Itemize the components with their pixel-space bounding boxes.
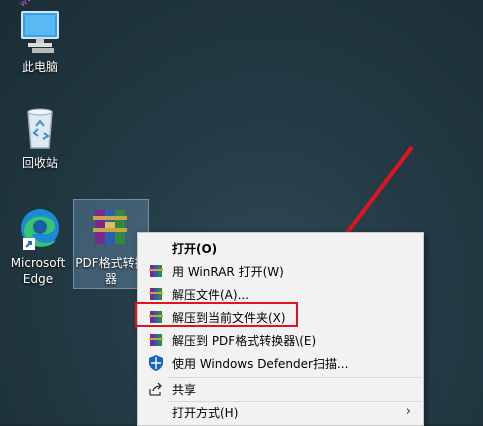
context-menu: 打开(O) 用 WinRAR 打开(W) 解压文件(A)... 解压到当前文件夹… <box>137 232 424 426</box>
menu-item-label: 使用 Windows Defender扫描... <box>172 357 349 371</box>
winrar-icon <box>148 332 164 348</box>
defender-shield-icon <box>148 355 164 371</box>
menu-item-open-with-winrar[interactable]: 用 WinRAR 打开(W) <box>138 260 423 282</box>
menu-item-label: 用 WinRAR 打开(W) <box>172 265 284 279</box>
menu-item-open[interactable]: 打开(O) <box>138 237 423 259</box>
menu-item-defender-scan[interactable]: 使用 Windows Defender扫描... <box>138 352 423 374</box>
chevron-right-icon: › <box>405 404 411 419</box>
winrar-icon <box>148 286 164 302</box>
menu-item-label: 解压到 PDF格式转换器\(E) <box>172 334 317 348</box>
menu-item-label: 打开方式(H) <box>172 406 239 420</box>
winrar-icon <box>148 263 164 279</box>
highlight-box <box>135 302 298 327</box>
menu-item-open-with[interactable]: 打开方式(H) › <box>138 401 423 423</box>
menu-item-extract-to-folder[interactable]: 解压到 PDF格式转换器\(E) <box>138 329 423 351</box>
menu-item-label: 解压文件(A)... <box>172 288 250 302</box>
share-icon <box>148 381 164 397</box>
desktop: { "desktop": { "watermark": "www.xxx.com… <box>0 0 483 426</box>
menu-item-share[interactable]: 共享 <box>138 378 423 400</box>
menu-item-label: 打开(O) <box>172 242 218 256</box>
menu-item-label: 共享 <box>172 383 197 397</box>
